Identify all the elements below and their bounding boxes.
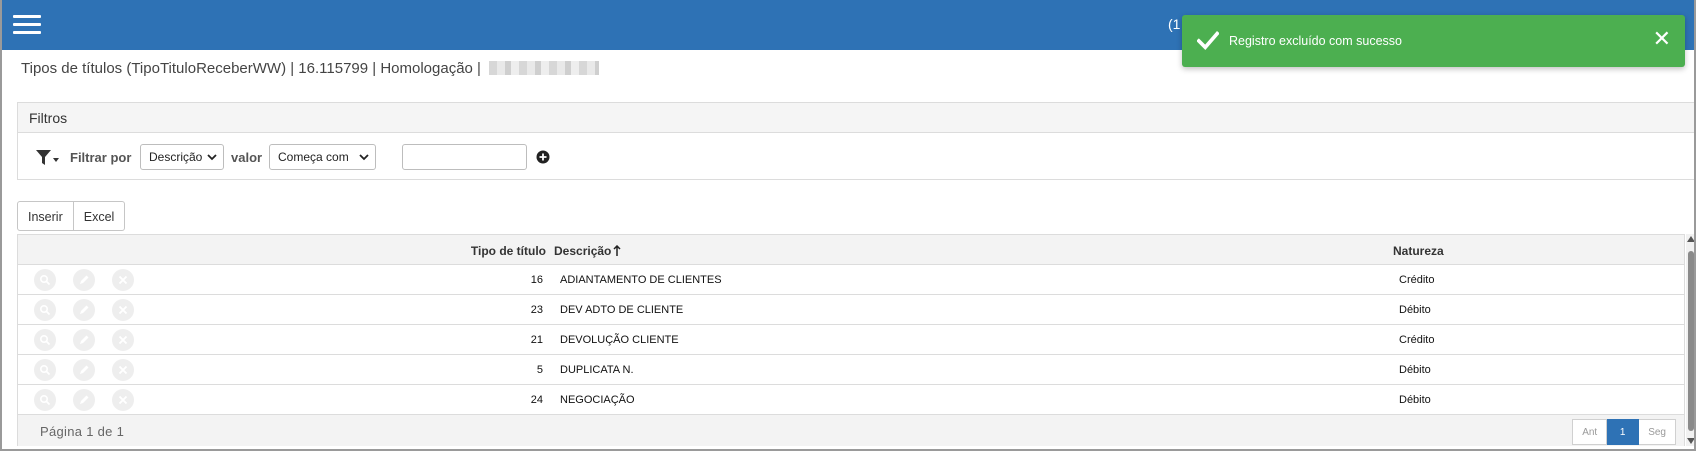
row-natureza: Débito — [1399, 304, 1431, 316]
view-row-button[interactable] — [34, 269, 56, 291]
insert-button[interactable]: Inserir — [17, 201, 74, 231]
delete-row-button[interactable] — [112, 359, 134, 381]
row-descricao: DEV ADTO DE CLIENTE — [560, 304, 684, 316]
row-natureza: Débito — [1399, 364, 1431, 376]
search-icon — [39, 394, 51, 406]
scroll-down-icon[interactable] — [1687, 438, 1695, 444]
filter-value-input[interactable] — [402, 144, 527, 170]
column-header-descricao[interactable]: Descrição — [554, 244, 621, 258]
pencil-icon — [80, 395, 89, 404]
filter-operator-select[interactable]: Começa com — [269, 144, 376, 170]
column-header-descricao-label: Descrição — [554, 244, 612, 258]
filter-by-label: Filtrar por — [70, 150, 132, 165]
column-header-natureza[interactable]: Natureza — [1393, 244, 1444, 258]
next-page-button[interactable]: Seg — [1639, 419, 1676, 445]
menu-icon[interactable] — [13, 15, 41, 35]
row-code: 21 — [530, 334, 543, 346]
filter-operator-value: Começa com — [278, 150, 349, 164]
search-icon — [39, 274, 51, 286]
filters-title: Filtros — [18, 103, 1694, 133]
close-icon — [118, 275, 128, 285]
view-row-button[interactable] — [34, 359, 56, 381]
app-frame: (1 Registro excluído com sucesso ✕ Tipos… — [0, 0, 1696, 451]
search-icon — [39, 304, 51, 316]
page-title: Tipos de títulos (TipoTituloReceberWW) |… — [21, 60, 600, 77]
redacted-text — [489, 61, 600, 75]
row-descricao: DEVOLUÇÃO CLIENTE — [560, 334, 679, 346]
pagination: Ant 1 Seg — [1572, 419, 1676, 445]
table-row: 23 DEV ADTO DE CLIENTE Débito — [18, 295, 1684, 325]
scroll-up-icon[interactable] — [1687, 236, 1695, 242]
close-icon — [118, 335, 128, 345]
table-header: Tipo de título Descrição Natureza — [18, 235, 1684, 265]
filters-panel: Filtros Filtrar por Descrição valor Come… — [17, 102, 1694, 180]
filter-field-value: Descrição — [149, 150, 203, 164]
close-icon — [118, 395, 128, 405]
row-code: 24 — [530, 394, 543, 406]
table-row: 16 ADIANTAMENTO DE CLIENTES Crédito — [18, 265, 1684, 295]
sort-ascending-icon — [613, 245, 621, 256]
row-natureza: Crédito — [1399, 274, 1435, 286]
checkmark-icon — [1197, 30, 1219, 51]
search-icon — [39, 364, 51, 376]
row-natureza: Crédito — [1399, 334, 1435, 346]
filter-funnel-icon[interactable] — [35, 149, 59, 167]
toast-message: Registro excluído com sucesso — [1229, 34, 1402, 48]
edit-row-button[interactable] — [73, 269, 95, 291]
filter-row: Filtrar por Descrição valor Começa com — [18, 134, 1694, 180]
page-title-text: Tipos de títulos (TipoTituloReceberWW) |… — [21, 60, 481, 77]
row-descricao: NEGOCIAÇÃO — [560, 394, 635, 406]
edit-row-button[interactable] — [73, 359, 95, 381]
scrollbar-thumb[interactable] — [1688, 251, 1694, 431]
add-filter-icon[interactable] — [536, 150, 550, 164]
close-icon — [118, 365, 128, 375]
edit-row-button[interactable] — [73, 389, 95, 411]
prev-page-button[interactable]: Ant — [1572, 419, 1608, 445]
page-info: Página 1 de 1 — [40, 424, 125, 439]
edit-row-button[interactable] — [73, 299, 95, 321]
pencil-icon — [80, 365, 89, 374]
table-body: 16 ADIANTAMENTO DE CLIENTES Crédito 23 D… — [18, 265, 1684, 415]
delete-row-button[interactable] — [112, 299, 134, 321]
table-row: 24 NEGOCIAÇÃO Débito — [18, 385, 1684, 415]
delete-row-button[interactable] — [112, 329, 134, 351]
delete-row-button[interactable] — [112, 269, 134, 291]
filter-field-select[interactable]: Descrição — [140, 144, 224, 170]
row-descricao: DUPLICATA N. — [560, 364, 634, 376]
value-label: valor — [231, 150, 263, 165]
success-toast: Registro excluído com sucesso ✕ — [1182, 15, 1685, 67]
view-row-button[interactable] — [34, 329, 56, 351]
view-row-button[interactable] — [34, 299, 56, 321]
row-code: 16 — [530, 274, 543, 286]
pencil-icon — [80, 305, 89, 314]
chevron-down-icon — [207, 154, 217, 161]
delete-row-button[interactable] — [112, 389, 134, 411]
view-row-button[interactable] — [34, 389, 56, 411]
chevron-down-icon — [359, 154, 369, 161]
data-table: Tipo de título Descrição Natureza 16 ADI… — [17, 234, 1685, 446]
row-descricao: ADIANTAMENTO DE CLIENTES — [560, 274, 722, 286]
edit-row-button[interactable] — [73, 329, 95, 351]
page-1-button[interactable]: 1 — [1607, 419, 1640, 445]
pencil-icon — [80, 335, 89, 344]
pencil-icon — [80, 275, 89, 284]
row-code: 5 — [536, 364, 543, 376]
excel-button[interactable]: Excel — [73, 201, 126, 231]
column-header-tipo[interactable]: Tipo de título — [471, 244, 546, 258]
topbar-partial-text: (1 — [1168, 16, 1181, 32]
toolbar: Inserir Excel — [17, 201, 126, 231]
table-row: 5 DUPLICATA N. Débito — [18, 355, 1684, 385]
row-code: 23 — [530, 304, 543, 316]
table-row: 21 DEVOLUÇÃO CLIENTE Crédito — [18, 325, 1684, 355]
table-footer: Página 1 de 1 Ant 1 Seg — [18, 415, 1684, 446]
toast-close-icon[interactable]: ✕ — [1653, 28, 1671, 50]
vertical-scrollbar[interactable] — [1686, 234, 1695, 446]
search-icon — [39, 334, 51, 346]
close-icon — [118, 305, 128, 315]
row-natureza: Débito — [1399, 394, 1431, 406]
